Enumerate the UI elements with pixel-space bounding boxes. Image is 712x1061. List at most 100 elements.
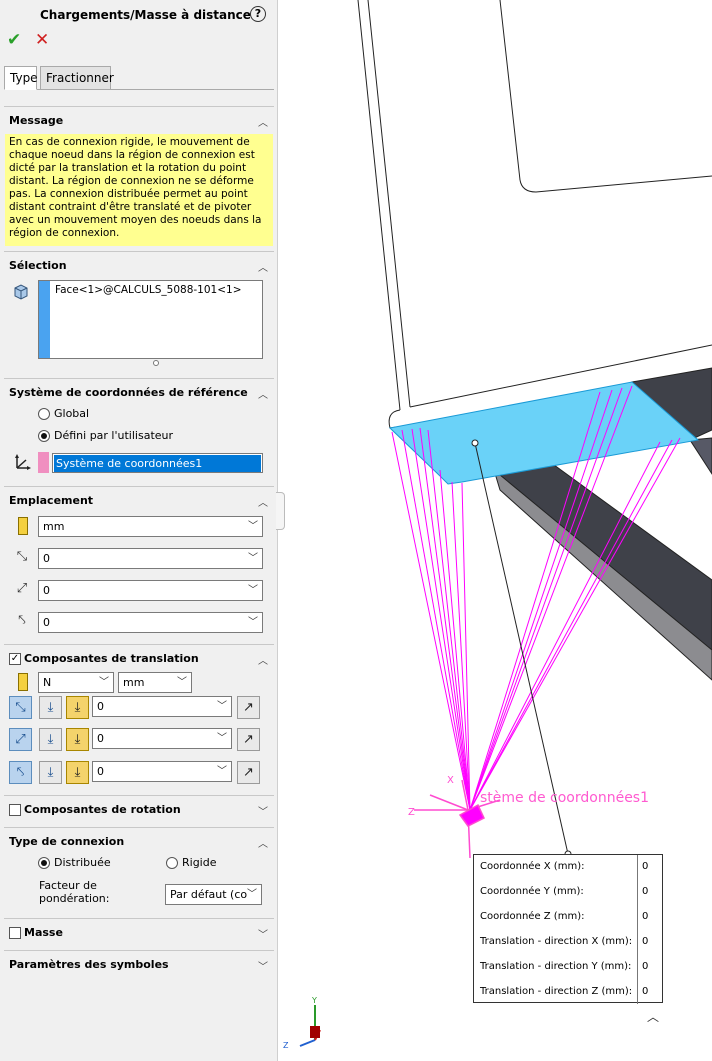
mass-checkbox[interactable] bbox=[9, 927, 21, 939]
location-header[interactable]: Emplacement bbox=[9, 494, 93, 507]
translation-x-arrow-button[interactable]: ⤓ bbox=[39, 696, 62, 719]
selection-header[interactable]: Sélection bbox=[9, 259, 67, 272]
divider bbox=[4, 918, 274, 919]
triad-z-label: Z bbox=[408, 807, 415, 818]
callout-row: Translation - direction Y (mm): 0 bbox=[474, 955, 664, 980]
message-header[interactable]: Message bbox=[9, 114, 63, 127]
callout-row-label: Translation - direction Z (mm): bbox=[480, 986, 633, 997]
translation-y-table-button[interactable]: ⤓ bbox=[66, 728, 89, 751]
divider bbox=[4, 644, 274, 645]
radio-distributed[interactable] bbox=[38, 857, 50, 869]
translation-x-toggle[interactable]: ⤡ bbox=[9, 696, 32, 719]
divider bbox=[4, 106, 274, 107]
coord-system-header[interactable]: Système de coordonnées de référence bbox=[9, 386, 248, 399]
divider bbox=[4, 378, 274, 379]
chevron-up-icon[interactable]: ︿ bbox=[258, 259, 268, 274]
weight-factor-label-line2: pondération: bbox=[39, 892, 110, 905]
connection-type-header[interactable]: Type de connexion bbox=[9, 835, 124, 848]
location-z-input[interactable]: 0 ﹀ bbox=[38, 612, 263, 633]
help-icon[interactable]: ? bbox=[250, 6, 266, 22]
rotation-header[interactable]: Composantes de rotation bbox=[24, 803, 181, 816]
translation-y-value: 0 bbox=[97, 732, 104, 745]
unit-ruler-icon bbox=[18, 673, 28, 691]
chevron-up-icon[interactable]: ︿ bbox=[258, 386, 268, 401]
divider bbox=[4, 827, 274, 828]
length-unit-select[interactable]: mm ﹀ bbox=[118, 672, 192, 693]
translation-z-arrow-button[interactable]: ⤓ bbox=[39, 761, 62, 784]
reverse-direction-z-button[interactable]: ↗ bbox=[237, 761, 260, 784]
orientation-triad-icon bbox=[299, 1005, 321, 1047]
radio-distributed-label: Distribuée bbox=[54, 856, 111, 869]
callout-collapse-chevron-icon[interactable]: ︿ bbox=[647, 1008, 659, 1025]
chevron-up-icon[interactable]: ︿ bbox=[258, 835, 268, 850]
callout-row: Coordonnée Z (mm): 0 bbox=[474, 905, 664, 930]
coordinate-system-icon bbox=[14, 453, 32, 475]
force-unit-select[interactable]: N ﹀ bbox=[38, 672, 114, 693]
translation-checkbox[interactable]: ✓ bbox=[9, 653, 21, 665]
chevron-down-icon[interactable]: ﹀ bbox=[258, 926, 268, 941]
callout-row-value: 0 bbox=[642, 911, 649, 922]
symbol-settings-header[interactable]: Paramètres des symboles bbox=[9, 958, 169, 971]
rotation-checkbox[interactable] bbox=[9, 804, 21, 816]
translation-z-table-button[interactable]: ⤓ bbox=[66, 761, 89, 784]
force-unit-value: N bbox=[43, 676, 52, 689]
radio-global[interactable] bbox=[38, 408, 50, 420]
chevron-up-icon[interactable]: ︿ bbox=[258, 652, 268, 667]
location-y-input[interactable]: 0 ﹀ bbox=[38, 580, 263, 601]
chevron-down-icon[interactable]: ﹀ bbox=[258, 958, 268, 973]
unit-ruler-icon bbox=[18, 517, 28, 535]
resize-handle-icon[interactable] bbox=[153, 360, 159, 366]
tab-fractionner[interactable]: Fractionner bbox=[40, 66, 114, 90]
selection-list[interactable]: Face<1>@CALCULS_5088-101<1> bbox=[38, 280, 263, 359]
location-y-value: 0 bbox=[43, 584, 50, 597]
translation-x-table-button[interactable]: ⤓ bbox=[66, 696, 89, 719]
callout-row-value: 0 bbox=[642, 886, 649, 897]
reverse-direction-x-button[interactable]: ↗ bbox=[237, 696, 260, 719]
translation-y-arrow-button[interactable]: ⤓ bbox=[39, 728, 62, 751]
selection-color-swatch bbox=[39, 281, 50, 358]
face-centroid-marker bbox=[471, 439, 479, 447]
tab-type[interactable]: Type bbox=[4, 66, 38, 90]
callout-row-value: 0 bbox=[642, 936, 649, 947]
translation-z-toggle[interactable]: ⤣ bbox=[9, 761, 32, 784]
z-axis-icon: ⤣ bbox=[18, 613, 26, 628]
translation-y-toggle[interactable]: ⤢ bbox=[9, 728, 32, 751]
radio-rigid[interactable] bbox=[166, 857, 178, 869]
radio-rigid-label: Rigide bbox=[182, 856, 217, 869]
ok-check-icon[interactable]: ✔ bbox=[7, 30, 21, 50]
face-cube-icon bbox=[14, 284, 28, 300]
translation-z-value: 0 bbox=[97, 765, 104, 778]
orientation-z-label: Z bbox=[283, 1041, 289, 1050]
panel-title: Chargements/Masse à distance bbox=[40, 8, 251, 22]
location-x-input[interactable]: 0 ﹀ bbox=[38, 548, 263, 569]
translation-header[interactable]: Composantes de translation bbox=[24, 652, 199, 665]
coord-system-field[interactable]: Système de coordonnées1 bbox=[52, 453, 263, 473]
chevron-down-icon[interactable]: ﹀ bbox=[258, 803, 268, 818]
radio-user-defined[interactable] bbox=[38, 430, 50, 442]
remote-load-callout: Coordonnée X (mm): 0 Coordonnée Y (mm): … bbox=[473, 854, 664, 1004]
divider bbox=[4, 251, 274, 252]
radio-global-label: Global bbox=[54, 407, 90, 420]
callout-row-label: Translation - direction Y (mm): bbox=[480, 961, 632, 972]
cancel-x-icon[interactable]: ✕ bbox=[35, 30, 49, 50]
location-unit-select[interactable]: mm ﹀ bbox=[38, 516, 263, 537]
weight-factor-select[interactable]: Par défaut (co ﹀ bbox=[165, 884, 262, 905]
weight-factor-label-line1: Facteur de bbox=[39, 879, 97, 892]
coordinate-system-label: stème de coordonnées1 bbox=[480, 790, 650, 806]
chevron-up-icon[interactable]: ︿ bbox=[258, 114, 268, 129]
translation-z-input[interactable]: 0 ﹀ bbox=[92, 761, 232, 782]
orientation-y-label: Y bbox=[311, 996, 317, 1005]
x-axis-icon: ⤡ bbox=[16, 549, 28, 564]
length-unit-value: mm bbox=[123, 676, 145, 689]
translation-x-input[interactable]: 0 ﹀ bbox=[92, 696, 232, 717]
reverse-direction-y-button[interactable]: ↗ bbox=[237, 728, 260, 751]
message-text: En cas de connexion rigide, le mouvement… bbox=[5, 134, 273, 246]
location-x-value: 0 bbox=[43, 552, 50, 565]
selection-item[interactable]: Face<1>@CALCULS_5088-101<1> bbox=[55, 284, 242, 296]
part-body bbox=[357, 0, 712, 429]
mass-header[interactable]: Masse bbox=[24, 926, 63, 939]
chevron-up-icon[interactable]: ︿ bbox=[258, 494, 268, 509]
property-manager-panel: Chargements/Masse à distance ? ✔ ✕ Type … bbox=[0, 0, 278, 1061]
callout-row-label: Coordonnée X (mm): bbox=[480, 861, 585, 872]
translation-y-input[interactable]: 0 ﹀ bbox=[92, 728, 232, 749]
